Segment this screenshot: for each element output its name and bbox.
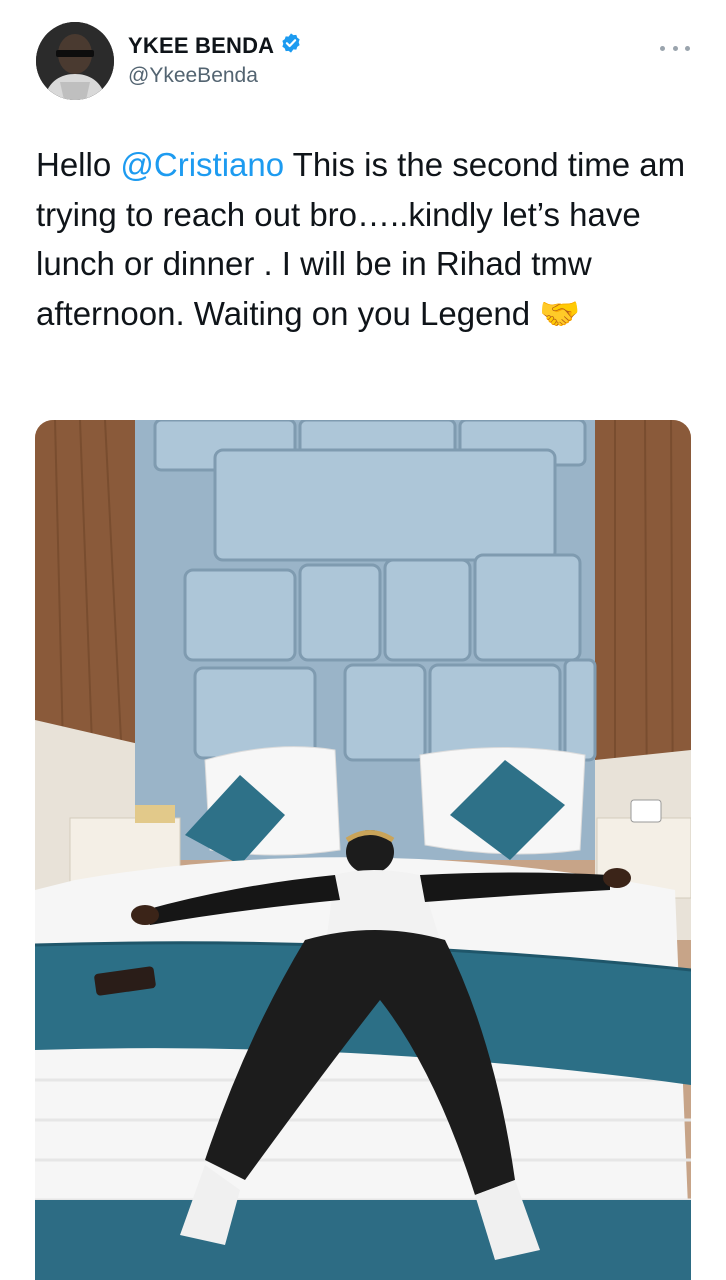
author-block: YKEE BENDA @YkeeBenda [128, 32, 302, 88]
avatar[interactable] [36, 22, 114, 100]
tweet-text: Hello @Cristiano This is the second time… [36, 140, 696, 338]
tweet-photo[interactable] [35, 420, 691, 1280]
mention-link[interactable]: @Cristiano [120, 146, 284, 183]
handshake-emoji: 🤝 [539, 294, 581, 332]
display-name-row[interactable]: YKEE BENDA [128, 32, 302, 60]
more-dot [660, 45, 665, 51]
more-dot [685, 45, 690, 51]
more-options-icon[interactable] [660, 38, 690, 58]
photo-man-on-hotel-bed-icon [35, 420, 691, 1280]
tweet-header: YKEE BENDA @YkeeBenda [36, 22, 690, 102]
avatar-image-icon [36, 22, 114, 100]
display-name[interactable]: YKEE BENDA [128, 33, 274, 59]
handle[interactable]: @YkeeBenda [128, 64, 302, 88]
verified-badge-icon [280, 32, 302, 60]
more-dot [672, 45, 678, 51]
tweet-text-start: Hello [36, 146, 121, 183]
